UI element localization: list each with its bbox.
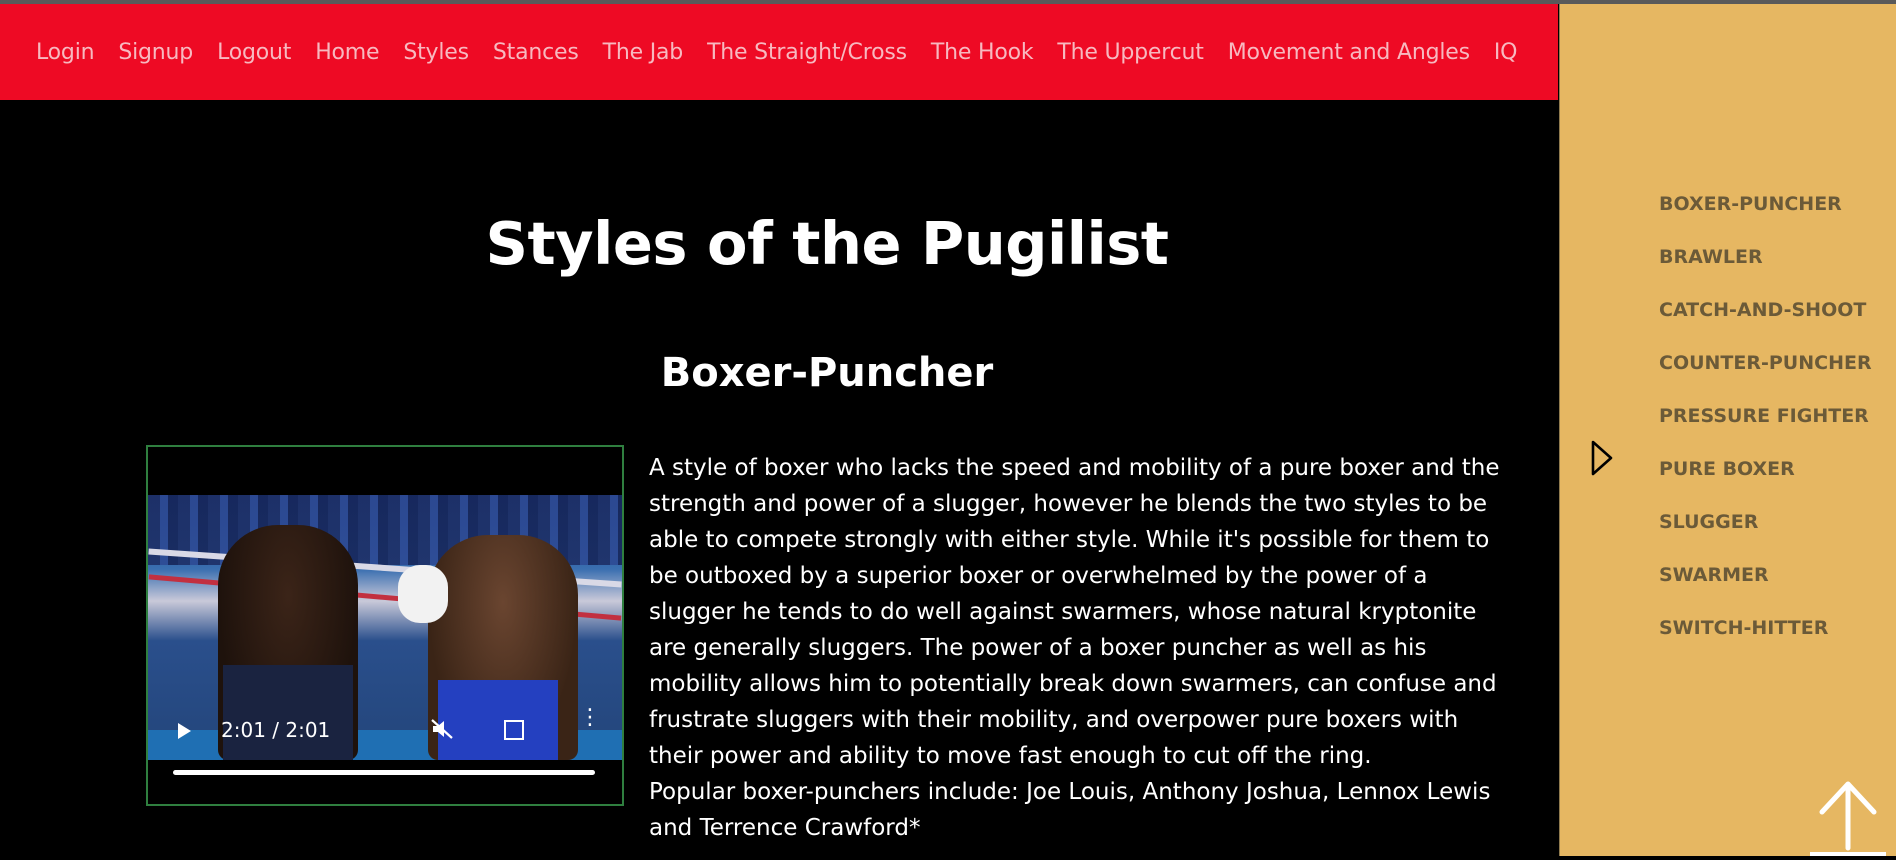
style-description: A style of boxer who lacks the speed and… xyxy=(649,455,1500,769)
styles-sidebar: BOXER-PUNCHER BRAWLER CATCH-AND-SHOOT CO… xyxy=(1559,4,1896,856)
muted-volume-icon[interactable] xyxy=(430,717,456,741)
sidebar-item-boxer-puncher[interactable]: BOXER-PUNCHER xyxy=(1659,193,1872,246)
scroll-to-top-arrow-up-icon[interactable] xyxy=(1806,774,1890,856)
sidebar-toggle-chevron-right-icon[interactable] xyxy=(1588,438,1616,478)
nav-signup-link[interactable]: Signup xyxy=(118,40,193,65)
nav-hook-link[interactable]: The Hook xyxy=(931,40,1034,65)
nav-login-link[interactable]: Login xyxy=(36,40,95,65)
sidebar-item-swarmer[interactable]: SWARMER xyxy=(1659,564,1872,617)
video-time: 2:01 / 2:01 xyxy=(221,718,331,742)
nav-iq-link[interactable]: IQ xyxy=(1494,40,1518,65)
nav-jab-link[interactable]: The Jab xyxy=(603,40,684,65)
sidebar-item-pressure-fighter[interactable]: PRESSURE FIGHTER xyxy=(1659,405,1872,458)
video-controls: 2:01 / 2:01 ⋮ xyxy=(148,702,622,802)
sidebar-item-brawler[interactable]: BRAWLER xyxy=(1659,246,1872,299)
sidebar-item-catch-and-shoot[interactable]: CATCH-AND-SHOOT xyxy=(1659,299,1872,352)
nav-home-link[interactable]: Home xyxy=(315,40,379,65)
page-title: Styles of the Pugilist xyxy=(485,209,1169,278)
nav-uppercut-link[interactable]: The Uppercut xyxy=(1057,40,1204,65)
more-options-icon[interactable]: ⋮ xyxy=(579,707,601,729)
video-glove xyxy=(398,565,448,623)
sidebar-style-list: BOXER-PUNCHER BRAWLER CATCH-AND-SHOOT CO… xyxy=(1659,193,1872,670)
section-title: Boxer-Puncher xyxy=(660,350,994,396)
nav-stances-link[interactable]: Stances xyxy=(493,40,579,65)
popular-fighters: Popular boxer-punchers include: Joe Loui… xyxy=(649,779,1491,841)
nav-links: Login Signup Logout Home Styles Stances … xyxy=(0,40,1541,65)
sidebar-item-switch-hitter[interactable]: SWITCH-HITTER xyxy=(1659,617,1872,670)
top-navbar: Login Signup Logout Home Styles Stances … xyxy=(0,4,1558,100)
nav-movement-angles-link[interactable]: Movement and Angles xyxy=(1228,40,1470,65)
play-icon[interactable] xyxy=(178,723,191,739)
nav-straight-cross-link[interactable]: The Straight/Cross xyxy=(707,40,907,65)
sidebar-item-pure-boxer[interactable]: PURE BOXER xyxy=(1659,458,1872,511)
nav-styles-link[interactable]: Styles xyxy=(403,40,469,65)
sidebar-item-counter-puncher[interactable]: COUNTER-PUNCHER xyxy=(1659,352,1872,405)
fullscreen-icon[interactable] xyxy=(504,720,524,740)
nav-logout-link[interactable]: Logout xyxy=(217,40,291,65)
video-progress-bar[interactable] xyxy=(173,770,595,775)
sidebar-item-slugger[interactable]: SLUGGER xyxy=(1659,511,1872,564)
main-content: Login Signup Logout Home Styles Stances … xyxy=(0,4,1558,856)
video-player[interactable]: 2:01 / 2:01 ⋮ xyxy=(146,445,624,806)
